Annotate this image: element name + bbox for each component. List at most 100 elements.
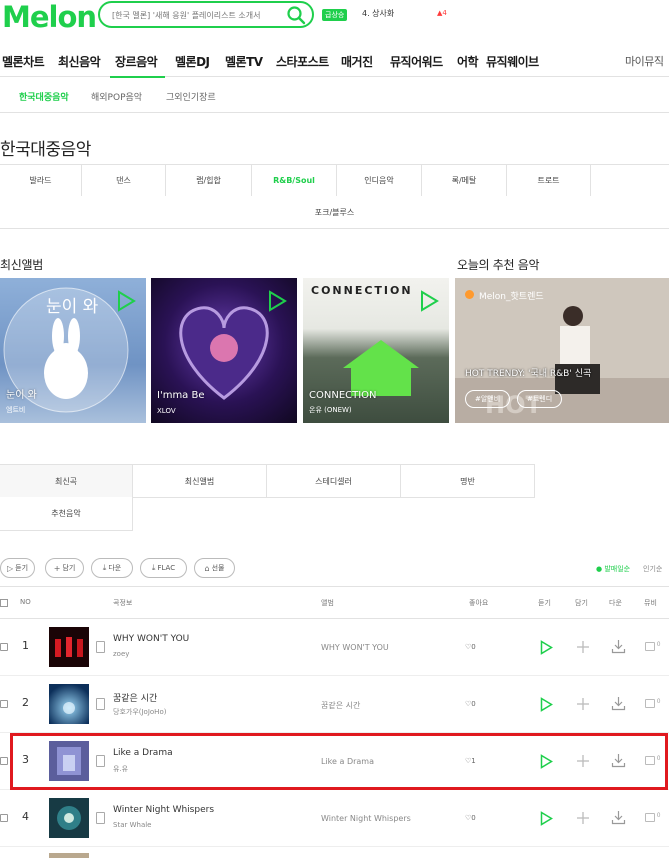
tab-new-songs[interactable]: 최신곡 [0,464,133,498]
song-title[interactable]: 꿈같은 시간 [113,691,157,704]
song-artist[interactable]: 당호가우(JoJoHo) [113,707,166,717]
play-icon[interactable] [540,697,553,712]
gift-icon: ⌂ [204,563,210,573]
tag-button[interactable]: #알앤비 [465,390,511,408]
play-selected-button[interactable]: ▷ 듣기 [0,558,35,578]
row-checkbox[interactable] [0,814,8,822]
genre-rock-metal[interactable]: 록/메탈 [422,164,507,197]
play-icon[interactable] [419,290,439,312]
album-thumbnail[interactable] [49,798,89,838]
nav-item-my-music[interactable]: 마이뮤직 [625,53,664,69]
like-button[interactable]: ♡0 [465,814,476,822]
tag-button[interactable]: #트렌디 [517,390,563,408]
tab-steady-seller[interactable]: 스테디셀러 [267,464,401,498]
mv-icon[interactable] [645,642,655,651]
genre-trot[interactable]: 트로트 [507,164,591,197]
new-albums-title: 최신앨범 [0,258,43,272]
highlight-box [10,733,668,790]
nav-item-new-music[interactable]: 최신음악 [58,53,101,70]
row-checkbox[interactable] [0,643,8,651]
nav-item-magazine[interactable]: 매거진 [341,53,373,70]
table-row: 2 꿈같은 시간 당호가우(JoJoHo) 꿈같은 시간 ♡0 0 [0,676,669,733]
nav-item-music-wave[interactable]: 뮤직웨이브 [486,53,539,70]
like-button[interactable]: ♡0 [465,643,476,651]
genre-hiphop[interactable]: 랩/힙합 [166,164,252,197]
play-icon[interactable] [116,290,136,312]
song-title[interactable]: Winter Night Whispers [113,805,214,815]
subnav-foreign-pop[interactable]: 해외POP음악 [91,90,142,103]
song-album[interactable]: 꿈같은 시간 [321,700,360,711]
row-checkbox[interactable] [0,757,8,765]
genre-dance[interactable]: 댄스 [82,164,166,197]
album-thumbnail[interactable] [49,627,89,667]
genre-ballad[interactable]: 발라드 [0,164,82,197]
song-artist[interactable]: Star Whale [113,821,151,829]
download-icon[interactable] [611,696,626,711]
sort-by-release[interactable]: ● 발매일순 [596,564,630,574]
album-thumbnail[interactable] [49,853,89,858]
mv-icon[interactable] [645,699,655,708]
select-all-checkbox[interactable] [0,599,8,607]
realtime-badge: 급상승 [322,9,348,21]
nav-item-genre[interactable]: 장르음악 [115,53,158,70]
subnav-other-genres[interactable]: 그외인기장르 [166,90,216,103]
song-album[interactable]: Winter Night Whispers [321,814,411,823]
album-card[interactable]: I'mma Be XLOV [151,278,297,423]
download-icon[interactable] [611,639,626,654]
recommend-card[interactable]: HOT Melon_핫트렌드 HOT TRENDY: '국내 R&B' 신곡 #… [455,278,669,423]
download-icon: ⤓ [151,563,156,572]
song-artist[interactable]: zoey [113,650,129,658]
nav-item-melon-dj[interactable]: 멜론DJ [175,53,210,70]
gift-button[interactable]: ⌂ 선물 [194,558,235,578]
col-play: 듣기 [538,599,551,607]
nav-item-language[interactable]: 어학 [457,53,479,70]
genre-folk-blues[interactable]: 포크/블루스 [0,196,669,229]
tab-new-albums[interactable]: 최신앨범 [133,464,267,498]
search-input[interactable] [112,7,282,24]
col-no: NO [20,598,31,606]
nav-item-starpost[interactable]: 스타포스트 [276,53,329,70]
song-info-icon[interactable] [96,812,105,824]
play-icon[interactable] [540,640,553,655]
download-icon[interactable] [611,810,626,825]
song-album[interactable]: WHY WON'T YOU [321,643,389,652]
col-add: 담기 [575,599,588,607]
song-info-icon[interactable] [96,641,105,653]
add-icon[interactable] [576,811,590,825]
nav-item-chart[interactable]: 멜론차트 [2,53,45,70]
song-title[interactable]: WHY WON'T YOU [113,634,189,644]
add-icon[interactable] [576,640,590,654]
realtime-keyword[interactable]: 4. 상사화 [362,8,394,19]
album-card[interactable]: 눈이 와 눈이 와 엠트비 [0,278,146,423]
flac-button[interactable]: ⤓ FLAC [140,558,187,578]
tab-recommend[interactable]: 추천음악 [0,497,133,531]
genre-rnb-soul[interactable]: R&B/Soul [252,164,337,197]
mv-icon[interactable] [645,813,655,822]
nav-item-melon-tv[interactable]: 멜론TV [225,53,263,70]
play-icon[interactable] [267,290,287,312]
channel-name[interactable]: Melon_핫트렌드 [479,289,544,302]
realtime-rank-change: ▲4 [437,9,447,17]
genre-indie[interactable]: 인디음악 [337,164,422,197]
song-info-icon[interactable] [96,698,105,710]
subnav-korean-pop[interactable]: 한국대중음악 [19,90,69,103]
nav-item-music-award[interactable]: 뮤직어워드 [390,53,443,70]
plus-icon: + [53,563,61,573]
genre-folk-blues-label: 포크/블루스 [314,207,355,217]
download-selected-button[interactable]: ⤓ 다운 [91,558,133,578]
like-count: 0 [471,700,476,708]
melon-logo[interactable]: Melon [2,0,97,34]
sort-by-popularity[interactable]: 인기순 [643,564,662,574]
album-art-lettering: CONNECTION [311,284,413,297]
add-selected-button[interactable]: + 담기 [45,558,84,578]
play-icon[interactable] [540,811,553,826]
add-icon[interactable] [576,697,590,711]
album-card[interactable]: CONNECTION CONNECTION 온유 (ONEW) [303,278,449,423]
channel-icon [465,290,474,299]
search-box[interactable] [98,1,314,28]
like-button[interactable]: ♡0 [465,700,476,708]
row-checkbox[interactable] [0,700,8,708]
search-icon[interactable] [286,5,306,25]
album-thumbnail[interactable] [49,684,89,724]
tab-masterpiece[interactable]: 명반 [401,464,535,498]
